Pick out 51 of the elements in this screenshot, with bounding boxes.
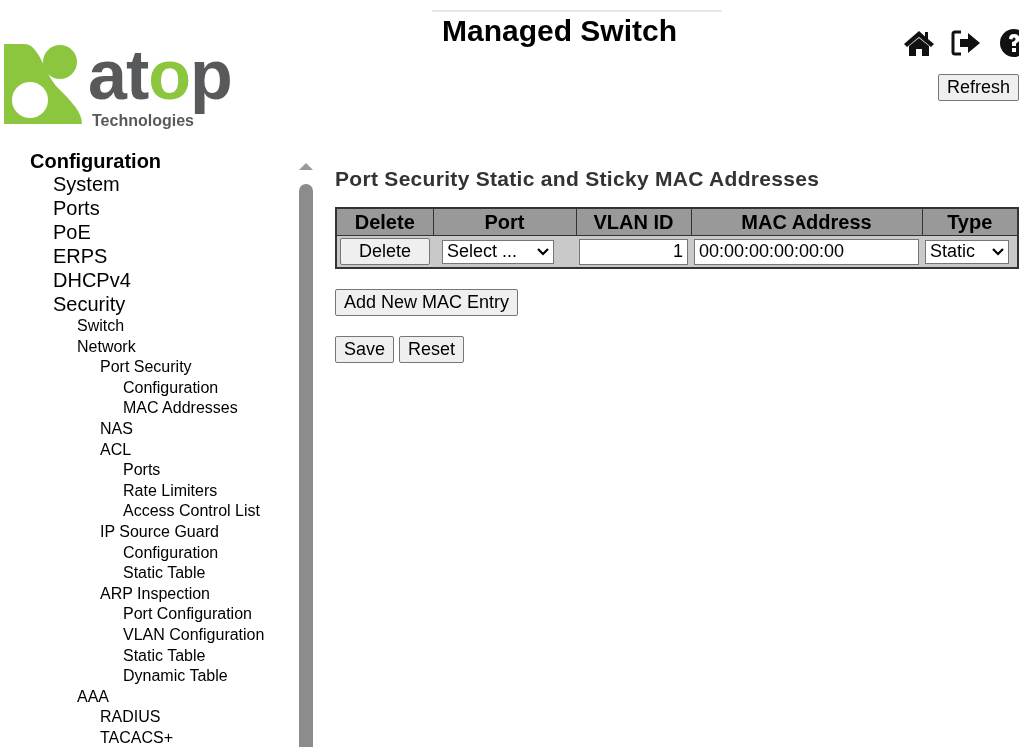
scrollbar-thumb[interactable]: [299, 184, 313, 747]
menu-item[interactable]: Port Configuration: [123, 605, 252, 623]
menu-item[interactable]: ACL: [100, 440, 132, 458]
column-header: VLAN ID: [576, 208, 691, 236]
menu-item[interactable]: Rate Limiters: [123, 481, 218, 499]
menu-item[interactable]: NAS: [100, 419, 133, 437]
scroll-up-icon[interactable]: [299, 162, 313, 170]
menu-item[interactable]: Port Security: [100, 358, 192, 376]
vlan-id-field[interactable]: 1: [579, 238, 688, 265]
menu-item[interactable]: Configuration: [30, 150, 162, 172]
add-entry-button[interactable]: Add New MAC Entry: [335, 289, 519, 316]
menu-item[interactable]: Configuration: [123, 378, 219, 396]
menu-item[interactable]: ERPS: [53, 245, 108, 267]
type-select[interactable]: Static: [925, 239, 1009, 264]
refresh-button[interactable]: Refresh: [937, 74, 1019, 101]
column-header: Port: [433, 208, 576, 236]
menu-item[interactable]: Ports: [123, 461, 161, 479]
menu-item[interactable]: Static Table: [123, 564, 206, 582]
menu-item[interactable]: Dynamic Table: [123, 667, 228, 685]
menu-item[interactable]: DHCPv4: [53, 269, 131, 291]
menu-item[interactable]: Access Control List: [123, 502, 260, 520]
home-icon[interactable]: [903, 29, 935, 57]
menu-item[interactable]: VLAN Configuration: [123, 625, 265, 643]
menu-item[interactable]: MAC Addresses: [123, 399, 238, 417]
page-title: Port Security Static and Sticky MAC Addresses: [335, 167, 821, 191]
menu-item[interactable]: Configuration: [123, 543, 219, 561]
menu-item[interactable]: Switch: [77, 317, 125, 334]
logo-tagline: Technologies: [92, 112, 194, 130]
port-select[interactable]: Select ...: [442, 239, 554, 264]
menu-item[interactable]: ARP Inspection: [100, 584, 210, 602]
column-header: MAC Address: [691, 208, 922, 236]
menu-item[interactable]: IP Source Guard: [100, 522, 219, 540]
menu-item[interactable]: Network: [77, 337, 136, 355]
menu-item[interactable]: Security: [53, 293, 126, 315]
form-button[interactable]: Reset: [399, 336, 465, 363]
chevron-down-icon: [992, 247, 1004, 256]
menu-item[interactable]: TACACS+: [100, 728, 174, 746]
menu-item[interactable]: AAA: [77, 687, 109, 705]
mac-address-field[interactable]: 00:00:00:00:00:00: [694, 238, 919, 265]
menu-item[interactable]: RADIUS: [100, 708, 161, 726]
form-button[interactable]: Save: [335, 336, 395, 363]
menu-item[interactable]: PoE: [53, 221, 91, 243]
delete-button[interactable]: Delete: [340, 238, 430, 265]
menu-item[interactable]: Ports: [53, 197, 100, 219]
logo-wordmark: atop: [88, 40, 232, 114]
menu-item[interactable]: System: [53, 173, 120, 195]
app-title: Managed Switch: [441, 13, 679, 48]
column-header: Type: [922, 208, 1018, 236]
menu-item[interactable]: Static Table: [123, 646, 206, 664]
chevron-down-icon: [537, 247, 549, 256]
column-header: Delete: [336, 208, 433, 236]
